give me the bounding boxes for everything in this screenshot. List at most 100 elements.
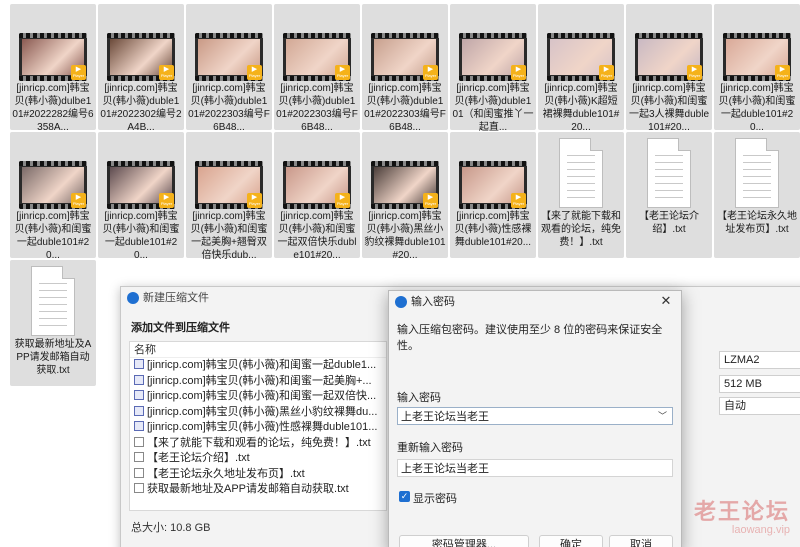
list-item-name: 获取最新地址及APP请发邮箱自动获取.txt bbox=[147, 483, 349, 495]
confirm-password-input[interactable] bbox=[397, 459, 673, 477]
list-item[interactable]: 【来了就能下载和观看的论坛，纯免费！】.txt bbox=[130, 436, 386, 452]
play-icon: ▶ bbox=[515, 66, 522, 73]
show-password-label[interactable]: 显示密码 bbox=[413, 490, 457, 506]
film-strip bbox=[195, 161, 263, 166]
file-name: [jinricp.com]韩宝贝(韩小薇)和闺蜜一起duble101#20... bbox=[102, 211, 180, 261]
film-strip bbox=[547, 33, 615, 38]
video-thumbnail: ▶ Player bbox=[195, 161, 263, 209]
video-file-tile[interactable]: ▶ Player [jinricp.com]韩宝贝(韩小薇)黑丝小豹纹裸舞duble… bbox=[362, 132, 448, 261]
text-file-icon bbox=[134, 483, 144, 493]
document-icon bbox=[647, 138, 691, 208]
play-icon: ▶ bbox=[603, 66, 610, 73]
player-badge-text: Player bbox=[424, 201, 437, 206]
text-file-tile[interactable]: 【老王论坛永久地址发布页】.txt bbox=[714, 132, 800, 258]
archive-subtitle: 添加文件到压缩文件 bbox=[131, 322, 230, 334]
list-item[interactable]: [jinricp.com]韩宝贝(韩小薇)和闺蜜一起美胸+... bbox=[130, 374, 386, 390]
video-file-tile[interactable]: ▶ Player [jinricp.com]韩宝贝(韩小薇)duble101#202… bbox=[98, 4, 184, 133]
dialog-title: 输入密码 bbox=[411, 296, 455, 308]
text-file-icon bbox=[134, 467, 144, 478]
list-item[interactable]: [jinricp.com]韩宝贝(韩小薇)和闺蜜一起duble1... bbox=[130, 358, 386, 374]
file-name: 【来了就能下载和观看的论坛，纯免费！】.txt bbox=[541, 211, 621, 248]
list-item-name: [jinricp.com]韩宝贝(韩小薇)和闺蜜一起美胸+... bbox=[147, 374, 372, 387]
text-file-tile[interactable]: 【来了就能下载和观看的论坛，纯免费！】.txt bbox=[538, 132, 624, 258]
play-icon: ▶ bbox=[75, 194, 82, 201]
chevron-down-icon[interactable]: ﹀ bbox=[658, 409, 667, 422]
ok-button[interactable]: 确定 bbox=[539, 535, 603, 547]
player-badge-icon: ▶ Player bbox=[687, 65, 702, 80]
file-name: [jinricp.com]韩宝贝(韩小薇)和闺蜜一起双倍快乐duble101#2… bbox=[277, 211, 357, 261]
video-file-tile[interactable]: ▶ Player [jinricp.com]韩宝贝(韩小薇)和闺蜜一起美胸+翘臀双倍… bbox=[186, 132, 272, 261]
cancel-button[interactable]: 取消 bbox=[609, 535, 673, 547]
player-badge-text: Player bbox=[72, 201, 85, 206]
video-file-tile[interactable]: ▶ Player [jinricp.com]韩宝贝(韩小薇)duble101（和闺蜜… bbox=[450, 4, 536, 133]
list-item[interactable]: 【老王论坛介绍】.txt bbox=[130, 451, 386, 467]
watermark-name: 老王论坛 bbox=[693, 499, 790, 524]
password-input[interactable] bbox=[397, 407, 673, 425]
archive-window-title: 新建压缩文件 bbox=[143, 292, 209, 304]
list-item-name: 【老王论坛永久地址发布页】.txt bbox=[147, 467, 305, 480]
player-badge-icon: ▶ Player bbox=[247, 193, 262, 208]
list-item[interactable]: [jinricp.com]韩宝贝(韩小薇)和闺蜜一起双倍快... bbox=[130, 389, 386, 405]
player-badge-icon: ▶ Player bbox=[247, 65, 262, 80]
video-file-tile[interactable]: ▶ Player [jinricp.com]韩宝贝(韩小薇)性感裸舞duble101… bbox=[450, 132, 536, 258]
text-file-tile[interactable]: 获取最新地址及APP请发邮箱自动获取.txt bbox=[10, 260, 96, 386]
video-file-icon bbox=[134, 359, 144, 369]
app-icon bbox=[395, 296, 407, 308]
video-file-tile[interactable]: ▶ Player [jinricp.com]韩宝贝(韩小薇)duble101#202… bbox=[186, 4, 272, 133]
player-badge-icon: ▶ Player bbox=[335, 193, 350, 208]
list-item[interactable]: [jinricp.com]韩宝贝(韩小薇)黑丝小豹纹裸舞du... bbox=[130, 405, 386, 421]
list-header-name[interactable]: 名称 bbox=[130, 342, 386, 358]
password-label: 输入密码 bbox=[397, 392, 441, 404]
player-badge-icon: ▶ Player bbox=[423, 65, 438, 80]
player-badge-text: Player bbox=[160, 201, 173, 206]
player-badge-text: Player bbox=[688, 73, 701, 78]
video-thumbnail: ▶ Player bbox=[371, 33, 439, 81]
file-name: [jinricp.com]韩宝贝(韩小薇)和闺蜜一起3人裸舞duble101#2… bbox=[628, 83, 710, 133]
compression-method-select[interactable]: LZMA2 bbox=[719, 351, 800, 369]
file-name: [jinricp.com]韩宝贝(韩小薇)性感裸舞duble101#20... bbox=[454, 211, 532, 248]
password-manager-button[interactable]: 密码管理器... bbox=[399, 535, 529, 547]
watermark: 老王论坛 laowang.vip bbox=[693, 499, 790, 537]
list-item-name: [jinricp.com]韩宝贝(韩小薇)性感裸舞duble101... bbox=[147, 421, 378, 433]
video-file-tile[interactable]: ▶ Player [jinricp.com]韩宝贝(韩小薇)duble101#202… bbox=[362, 4, 448, 133]
play-icon: ▶ bbox=[427, 194, 434, 201]
video-file-tile[interactable]: ▶ Player [jinricp.com]韩宝贝(韩小薇)和闺蜜一起duble10… bbox=[98, 132, 184, 261]
document-icon bbox=[735, 138, 779, 208]
video-file-tile[interactable]: ▶ Player [jinricp.com]韩宝贝(韩小薇)dulbe101#202… bbox=[10, 4, 96, 133]
film-strip bbox=[459, 161, 527, 166]
play-icon: ▶ bbox=[251, 66, 258, 73]
film-strip bbox=[635, 33, 703, 38]
show-password-checkbox[interactable]: ✓ bbox=[399, 491, 410, 502]
film-strip bbox=[107, 33, 175, 38]
video-thumbnail: ▶ Player bbox=[107, 33, 175, 81]
file-name: [jinricp.com]韩宝贝(韩小薇)和闺蜜一起duble101#20... bbox=[14, 211, 92, 261]
player-badge-text: Player bbox=[512, 201, 525, 206]
play-icon: ▶ bbox=[163, 66, 170, 73]
dictionary-size-select[interactable]: 512 MB bbox=[719, 375, 800, 393]
file-name: [jinricp.com]韩宝贝(韩小薇)duble101#2022303编号F… bbox=[188, 83, 270, 133]
list-item[interactable]: 获取最新地址及APP请发邮箱自动获取.txt bbox=[130, 482, 386, 498]
close-icon[interactable]: ✕ bbox=[659, 294, 673, 308]
dialog-hint: 输入压缩包密码。建议使用至少 8 位的密码来保证安全性。 bbox=[397, 324, 663, 352]
word-size-select[interactable]: 自动 bbox=[719, 397, 800, 415]
video-file-tile[interactable]: ▶ Player [jinricp.com]韩宝贝(韩小薇)duble101#202… bbox=[274, 4, 360, 133]
archive-file-list[interactable]: 名称 [jinricp.com]韩宝贝(韩小薇)和闺蜜一起duble1... [j… bbox=[129, 341, 387, 511]
video-thumbnail: ▶ Player bbox=[635, 33, 703, 81]
video-file-tile[interactable]: ▶ Player [jinricp.com]韩宝贝(韩小薇)和闺蜜一起双倍快乐dub… bbox=[274, 132, 360, 261]
text-file-tile[interactable]: 【老王论坛介绍】.txt bbox=[626, 132, 712, 258]
list-item[interactable]: 【老王论坛永久地址发布页】.txt bbox=[130, 467, 386, 483]
video-file-tile[interactable]: ▶ Player [jinricp.com]韩宝贝(韩小薇)和闺蜜一起3人裸舞dub… bbox=[626, 4, 712, 133]
film-strip bbox=[195, 33, 263, 38]
file-name: [jinricp.com]韩宝贝(韩小薇)和闺蜜一起美胸+翘臀双倍快乐dub..… bbox=[190, 211, 268, 261]
file-name: [jinricp.com]韩宝贝(韩小薇)K超短裙裸舞duble101#20..… bbox=[542, 83, 620, 133]
text-file-icon bbox=[134, 436, 144, 447]
player-badge-icon: ▶ Player bbox=[335, 65, 350, 80]
list-item[interactable]: [jinricp.com]韩宝贝(韩小薇)性感裸舞duble101... bbox=[130, 420, 386, 436]
video-thumbnail: ▶ Player bbox=[19, 33, 87, 81]
video-thumbnail: ▶ Player bbox=[283, 161, 351, 209]
file-name: 【老王论坛永久地址发布页】.txt bbox=[717, 211, 797, 235]
video-file-tile[interactable]: ▶ Player [jinricp.com]韩宝贝(韩小薇)和闺蜜一起duble10… bbox=[714, 4, 800, 133]
video-file-tile[interactable]: ▶ Player [jinricp.com]韩宝贝(韩小薇)和闺蜜一起duble10… bbox=[10, 132, 96, 261]
video-file-tile[interactable]: ▶ Player [jinricp.com]韩宝贝(韩小薇)K超短裙裸舞duble1… bbox=[538, 4, 624, 133]
file-name: [jinricp.com]韩宝贝(韩小薇)duble101#2022303编号F… bbox=[276, 83, 358, 133]
